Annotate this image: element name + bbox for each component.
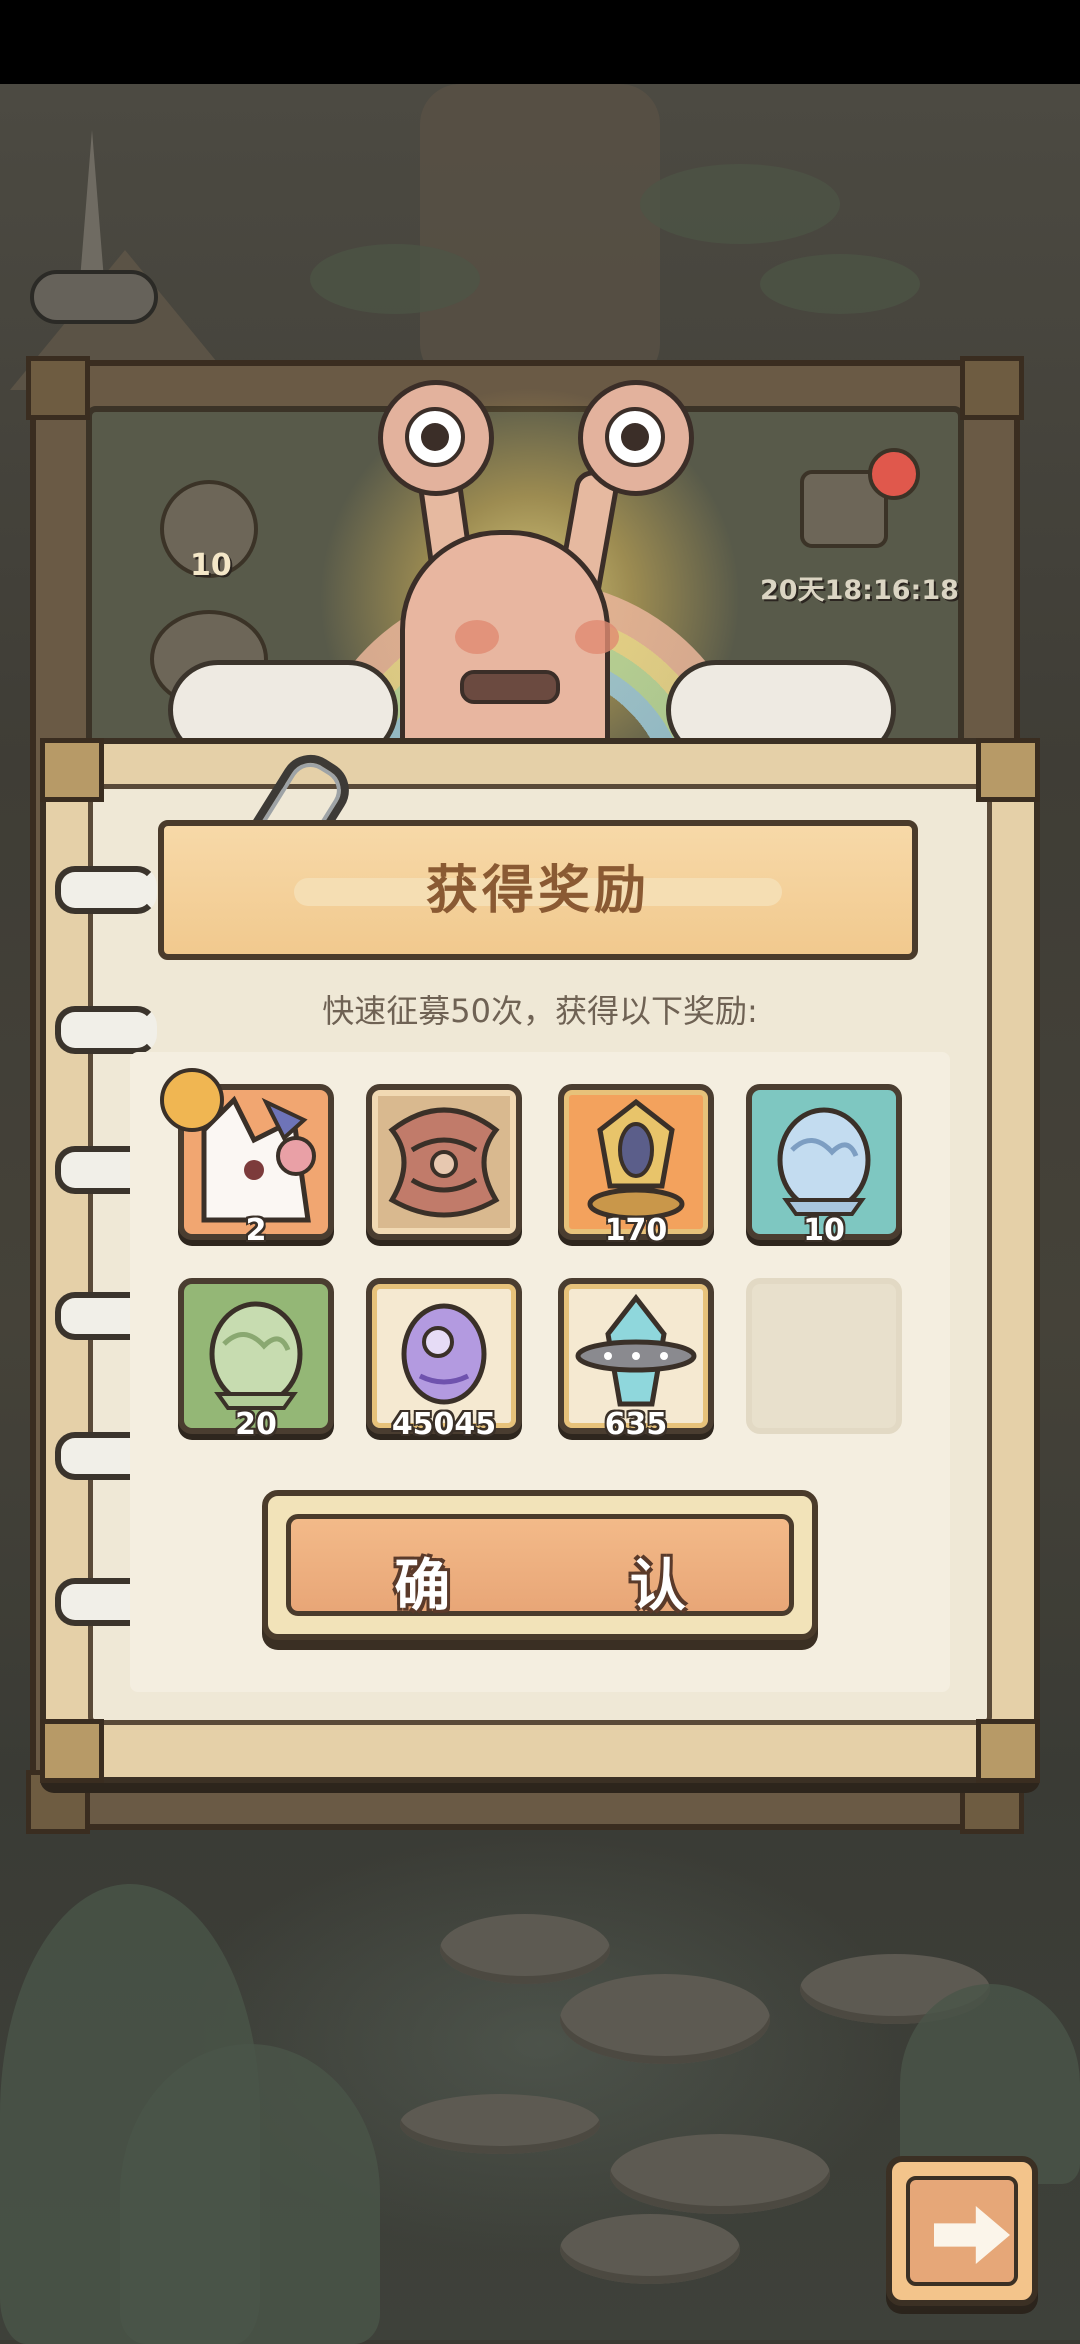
- level-badge-count: 10: [190, 548, 232, 583]
- popup-subtitle: 快速征募50次，获得以下奖励:: [322, 992, 758, 1030]
- status-bar: [0, 0, 1080, 84]
- event-timer: 20天18:16:18: [760, 575, 959, 606]
- confirm-button[interactable]: 确 认: [262, 1490, 818, 1640]
- reward-item[interactable]: 635: [558, 1278, 714, 1442]
- confirm-button-label: 确 认: [394, 1554, 766, 1619]
- reward-count: 2: [245, 1213, 267, 1248]
- empty-reward-slot: [746, 1278, 902, 1434]
- reward-count: 20: [235, 1407, 277, 1442]
- reward-item[interactable]: 45045: [366, 1278, 522, 1442]
- next-button[interactable]: [886, 2156, 1038, 2306]
- dragon-skin-card-icon: [378, 1096, 510, 1228]
- reward-item[interactable]: 20: [178, 1278, 334, 1442]
- reward-count: 170: [604, 1213, 668, 1248]
- reward-item[interactable]: 170: [558, 1084, 714, 1248]
- alert-icon: [868, 448, 920, 500]
- title-banner: 获得奖励: [158, 820, 918, 960]
- arrow-right-icon: [934, 2206, 1010, 2264]
- reward-count: 10: [803, 1213, 845, 1248]
- reward-count: 635: [604, 1407, 668, 1442]
- popup-title: 获得奖励: [425, 861, 650, 921]
- watchtower-decoration: [0, 130, 260, 390]
- reward-count: 45045: [391, 1407, 497, 1442]
- snail-mascot: [360, 380, 694, 780]
- hero-badge-icon: [160, 1068, 224, 1132]
- reward-item[interactable]: 10: [746, 1084, 902, 1248]
- reward-item[interactable]: [366, 1084, 522, 1240]
- notebook-ring: [55, 866, 157, 914]
